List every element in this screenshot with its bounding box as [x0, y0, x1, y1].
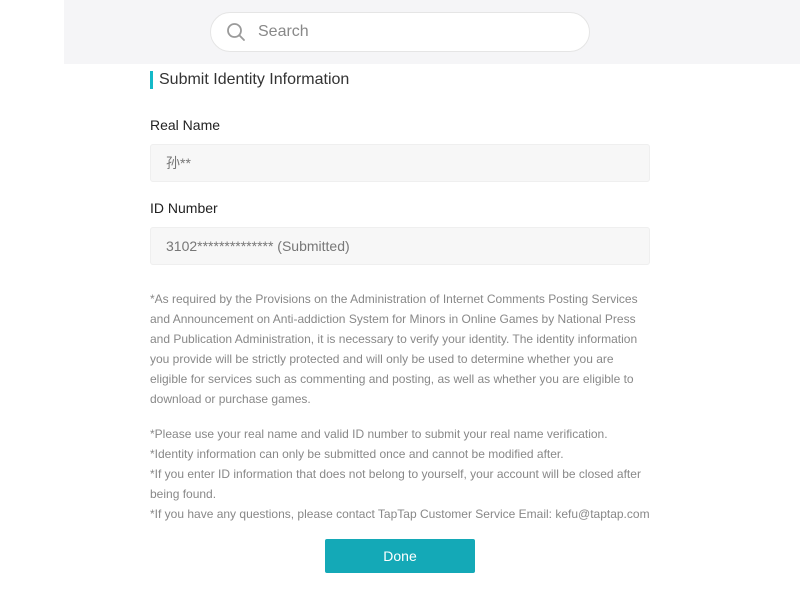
real-name-value: 孙** [166, 155, 191, 171]
done-button[interactable]: Done [325, 539, 475, 573]
done-wrap: Done [150, 539, 650, 573]
note-item: *Identity information can only be submit… [150, 447, 564, 461]
note-item: *Please use your real name and valid ID … [150, 427, 608, 441]
real-name-field: 孙** [150, 144, 650, 182]
id-number-field: 3102************** (Submitted) [150, 227, 650, 265]
page-title: Submit Identity Information [159, 71, 350, 88]
notes-list: *Please use your real name and valid ID … [150, 424, 650, 524]
id-number-value: 3102************** (Submitted) [166, 238, 350, 254]
real-name-label: Real Name [150, 117, 221, 133]
identity-form: Submit Identity Information Real Name 孙*… [150, 70, 650, 573]
section-title: Submit Identity Information [150, 70, 650, 90]
search-box[interactable] [210, 12, 590, 52]
search-input[interactable] [258, 23, 558, 41]
top-bar [64, 0, 800, 64]
note-item: *If you have any questions, please conta… [150, 507, 650, 521]
legal-notice: *As required by the Provisions on the Ad… [150, 292, 638, 406]
note-item: *If you enter ID information that does n… [150, 467, 641, 501]
id-number-label: ID Number [150, 200, 218, 216]
title-accent-bar [150, 71, 153, 89]
search-icon[interactable] [226, 21, 248, 43]
